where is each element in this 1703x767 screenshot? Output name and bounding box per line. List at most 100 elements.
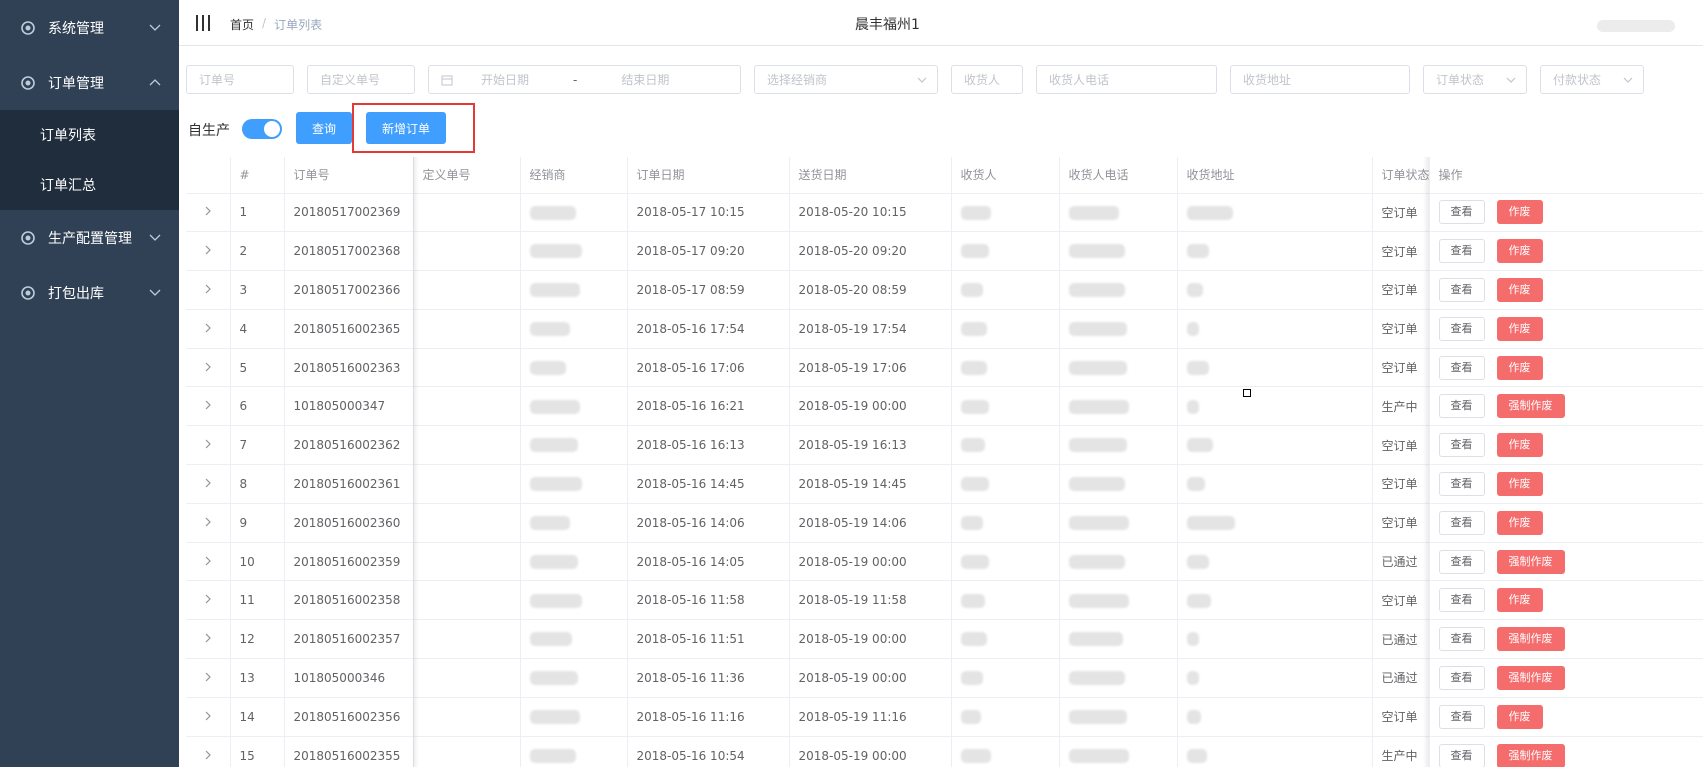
expand-toggle[interactable]: [186, 348, 231, 388]
redacted-address: [1186, 283, 1203, 298]
view-button[interactable]: 查看: [1438, 394, 1485, 419]
expand-toggle[interactable]: [186, 580, 231, 621]
receiver-input[interactable]: 收货人: [951, 65, 1023, 94]
order-status-cell: 空订单: [1372, 503, 1430, 543]
expand-toggle[interactable]: [186, 503, 231, 543]
expand-toggle[interactable]: [186, 658, 231, 698]
dealer-cell: [520, 270, 628, 310]
order-no-cell: 20180516002363: [284, 348, 414, 388]
menu-production-config[interactable]: 生产配置管理: [0, 210, 179, 265]
expand-toggle[interactable]: [186, 619, 231, 660]
expand-toggle[interactable]: [186, 464, 231, 504]
view-button[interactable]: 查看: [1438, 316, 1485, 341]
redacted-phone: [1068, 438, 1127, 453]
redacted-phone: [1068, 632, 1123, 647]
force-void-button[interactable]: 强制作废: [1496, 665, 1565, 690]
self-produce-switch[interactable]: [242, 119, 282, 139]
view-button[interactable]: 查看: [1438, 743, 1485, 767]
receiver-cell: [951, 193, 1060, 233]
view-button[interactable]: 查看: [1438, 510, 1485, 535]
view-button[interactable]: 查看: [1438, 239, 1485, 264]
row-index: 13: [230, 658, 285, 698]
expand-toggle[interactable]: [186, 386, 231, 427]
custom-no-cell: [413, 658, 521, 698]
dealer-cell: [520, 425, 628, 466]
custom-no-input[interactable]: 自定义单号: [307, 65, 415, 94]
operations-cell: 查看 强制作废: [1429, 542, 1703, 582]
dealer-select[interactable]: 选择经销商: [754, 65, 938, 94]
view-button[interactable]: 查看: [1438, 704, 1485, 729]
menu-packing[interactable]: 打包出库: [0, 265, 179, 320]
chevron-down-icon: [149, 234, 161, 241]
void-button[interactable]: 作废: [1496, 433, 1543, 458]
force-void-button[interactable]: 强制作废: [1496, 743, 1565, 767]
void-button[interactable]: 作废: [1496, 471, 1543, 496]
view-button[interactable]: 查看: [1438, 588, 1485, 613]
view-button[interactable]: 查看: [1438, 277, 1485, 302]
expand-toggle[interactable]: [186, 736, 231, 767]
void-button[interactable]: 作废: [1496, 510, 1543, 535]
gear-icon: [20, 20, 36, 36]
submenu-order-list[interactable]: 订单列表: [0, 110, 179, 160]
column-header: 收货地址: [1177, 157, 1373, 194]
redacted-phone: [1068, 322, 1127, 337]
redacted-receiver: [960, 399, 989, 414]
custom-no-cell: [413, 736, 521, 767]
view-button[interactable]: 查看: [1438, 200, 1485, 225]
expand-toggle[interactable]: [186, 309, 231, 349]
menu-system[interactable]: 系统管理: [0, 0, 179, 55]
redacted-receiver: [960, 205, 991, 220]
void-button[interactable]: 作废: [1496, 588, 1543, 613]
submenu-order-summary[interactable]: 订单汇总: [0, 160, 179, 210]
date-range-picker[interactable]: 开始日期 - 结束日期: [428, 65, 741, 94]
user-menu[interactable]: [1597, 20, 1675, 32]
operations-cell: 查看 作废: [1429, 425, 1703, 466]
view-button[interactable]: 查看: [1438, 355, 1485, 380]
expand-toggle[interactable]: [186, 697, 231, 737]
address-input[interactable]: 收货地址: [1230, 65, 1410, 94]
void-button[interactable]: 作废: [1496, 316, 1543, 341]
receiver-cell: [951, 542, 1060, 582]
receiver-phone-cell: [1059, 736, 1178, 767]
order-status-select[interactable]: 订单状态: [1423, 65, 1527, 94]
menu-order[interactable]: 订单管理: [0, 55, 179, 110]
operations-cell: 查看 强制作废: [1429, 658, 1703, 698]
order-date-cell: 2018-05-16 11:36: [627, 658, 790, 698]
void-button[interactable]: 作废: [1496, 704, 1543, 729]
column-header: 订单号: [284, 157, 414, 194]
pay-status-select[interactable]: 付款状态: [1540, 65, 1644, 94]
force-void-button[interactable]: 强制作废: [1496, 394, 1565, 419]
force-void-button[interactable]: 强制作废: [1496, 627, 1565, 652]
void-button[interactable]: 作废: [1496, 355, 1543, 380]
force-void-button[interactable]: 强制作废: [1496, 549, 1565, 574]
expand-toggle[interactable]: [186, 542, 231, 582]
view-button[interactable]: 查看: [1438, 549, 1485, 574]
receiver-phone-cell: [1059, 503, 1178, 543]
resize-handle[interactable]: [1243, 389, 1251, 397]
order-no-cell: 20180516002365: [284, 309, 414, 349]
view-button[interactable]: 查看: [1438, 665, 1485, 690]
hamburger-icon[interactable]: [195, 14, 211, 32]
address-cell: [1177, 580, 1373, 621]
expand-toggle[interactable]: [186, 270, 231, 310]
query-button[interactable]: 查询: [296, 112, 352, 144]
redacted-dealer: [529, 710, 580, 724]
expand-toggle[interactable]: [186, 425, 231, 466]
redacted-dealer: [529, 671, 578, 686]
order-no-input[interactable]: 订单号: [186, 65, 294, 94]
expand-toggle[interactable]: [186, 231, 231, 272]
view-button[interactable]: 查看: [1438, 433, 1485, 458]
order-status-cell: 空订单: [1372, 697, 1430, 737]
dealer-cell: [520, 619, 628, 660]
breadcrumb-home[interactable]: 首页: [230, 16, 254, 33]
column-header: 定义单号: [413, 157, 521, 194]
void-button[interactable]: 作废: [1496, 239, 1543, 264]
void-button[interactable]: 作废: [1496, 277, 1543, 302]
view-button[interactable]: 查看: [1438, 627, 1485, 652]
void-button[interactable]: 作废: [1496, 200, 1543, 225]
receiver-phone-input[interactable]: 收货人电话: [1036, 65, 1217, 94]
redacted-phone: [1068, 205, 1119, 220]
expand-toggle[interactable]: [186, 193, 231, 233]
chevron-down-icon: [1506, 77, 1516, 83]
view-button[interactable]: 查看: [1438, 471, 1485, 496]
